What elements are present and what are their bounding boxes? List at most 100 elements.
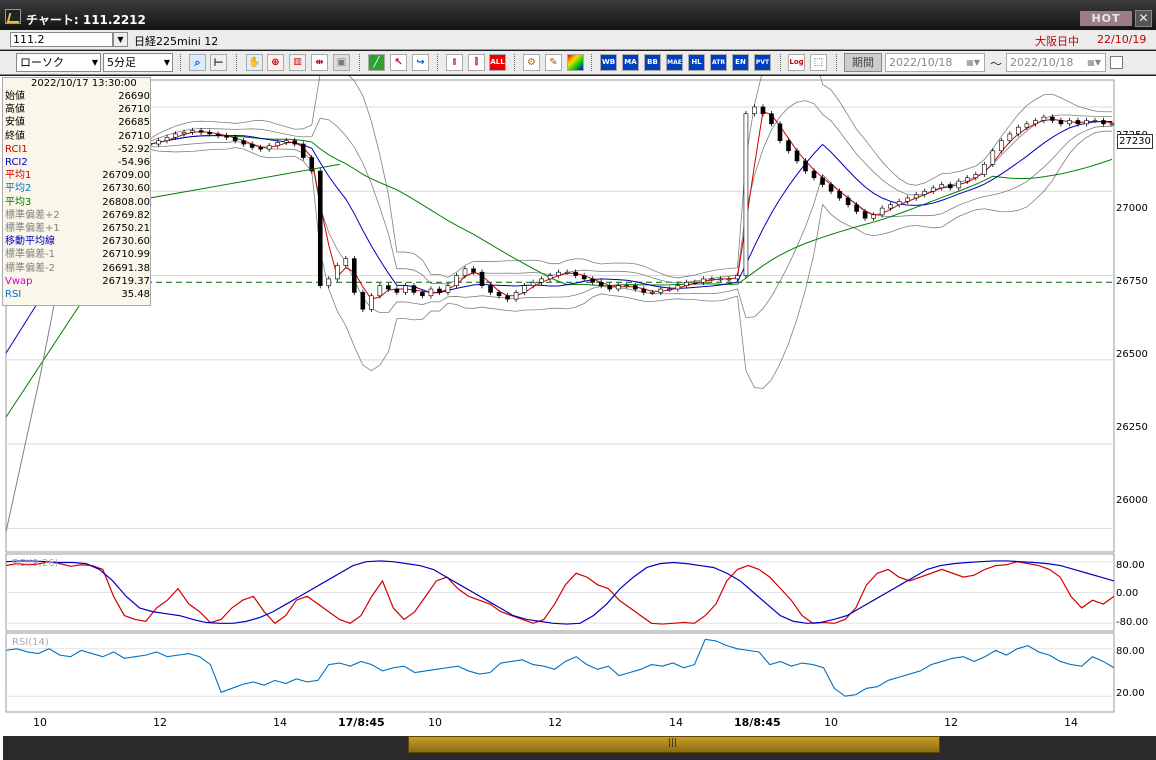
chart-type-select[interactable]: ローソク ▼ [16,53,101,72]
candle-body [675,285,681,290]
candle-body [1016,126,1021,135]
trendline-icon[interactable]: ╱ [368,54,385,71]
crosshair-icon[interactable]: ⊢ [210,54,227,71]
chart-canvas[interactable] [0,76,1156,760]
info-label: 標準偏差-1 [5,249,55,261]
candle-body [1109,123,1115,126]
candle-body [990,150,996,165]
toolbar-separator [780,54,782,71]
candle-body [684,281,689,286]
time-tick-label: 12 [153,716,167,729]
rsi-panel-title: RSI(14) [12,637,49,648]
info-row: 安値 26685 [5,116,150,129]
cursor-icon[interactable]: ↖ [390,54,407,71]
toolbar-separator [836,54,838,71]
candle-body [854,204,859,212]
lock-icon[interactable]: ▣ [333,54,350,71]
mae-button[interactable]: MAE [666,54,683,71]
drag-tool-icon[interactable]: ✋ [246,54,263,71]
candle-compare-icon[interactable]: ⫿ [468,54,485,71]
candle-body [190,130,195,133]
en-button[interactable]: EN [732,54,749,71]
start-date-value: 2022/10/18 [889,56,953,69]
info-label: 平均1 [5,170,32,182]
candle-body [334,265,340,280]
info-label: 標準偏差+2 [5,209,60,221]
candle-body [556,271,561,276]
redo-icon[interactable]: ↪ [412,54,429,71]
start-date-input[interactable]: 2022/10/18 ▦▼ [885,53,985,72]
all-button[interactable]: ALL [489,54,506,71]
info-row: RCI1 -52.92 [5,143,150,156]
atr-button[interactable]: ATR [710,54,727,71]
hl-button[interactable]: HL [688,54,705,71]
ma-button[interactable]: MA [622,54,639,71]
symbol-code-input[interactable]: 111.2 [10,32,113,47]
split-icon[interactable]: ⇹ [311,54,328,71]
rci-tick-label: 80.00 [1116,560,1145,571]
settings-gear-icon[interactable]: ⚙ [523,54,540,71]
time-tick-label: 10 [428,716,442,729]
candle-body [198,130,204,133]
interval-value: 5分足 [107,56,136,69]
candle-body [445,285,451,293]
candle-body [403,285,408,293]
candle-icon[interactable]: ⫾ [446,54,463,71]
date-range-checkbox[interactable] [1110,56,1123,69]
info-label: 平均3 [5,196,32,208]
candle-body [1067,120,1072,125]
candle-body [411,285,417,293]
candle-body [811,170,817,179]
close-button[interactable]: ✕ [1135,10,1152,27]
candle-body [973,174,979,179]
candle-body [386,285,391,290]
wrench-icon[interactable]: ✎ [545,54,562,71]
candle-body [539,278,544,283]
info-row: 標準偏差+2 26769.82 [5,209,150,222]
candle-body [343,258,349,266]
wb-button[interactable]: WB [600,54,617,71]
candle-body [607,285,613,290]
symbol-dropdown-button[interactable]: ▼ [113,32,128,47]
candle-body [615,285,621,290]
candle-body [947,184,953,189]
log-button[interactable]: Log [788,54,805,71]
candle-body [573,271,578,276]
info-row: 移動平均線 26730.60 [5,235,150,248]
bb-button[interactable]: BB [644,54,661,71]
period-button[interactable]: 期間 [844,53,882,72]
candle-body [1033,120,1038,125]
info-row: 平均1 26709.00 [5,169,150,182]
time-tick-label: 10 [33,716,47,729]
candle-body [377,285,383,297]
candle-body [632,285,638,290]
rsi-panel-frame [5,632,1115,713]
zoom-area-icon[interactable]: ⊕ [267,54,284,71]
info-label: Vwap [5,275,33,287]
export-icon[interactable]: ⬚ [810,54,827,71]
chevron-down-icon: ▼ [163,58,170,67]
info-row: 平均3 26808.00 [5,196,150,209]
candle-body [982,163,987,175]
info-row: 標準偏差-1 26710.99 [5,248,150,261]
candle-body [879,207,885,216]
hot-button[interactable]: HOT [1080,11,1132,26]
info-row: Vwap 26719.37 [5,275,150,288]
time-tick-label: 10 [824,716,838,729]
candle-body [471,268,476,273]
candle-body [667,288,672,291]
calendar-icon: ▦▼ [966,58,980,67]
price-tick-label: 26500 [1116,349,1148,360]
info-row: 標準偏差-2 26691.38 [5,262,150,275]
pvt-button[interactable]: PVT [754,54,771,71]
info-label: 終値 [5,130,25,142]
instrument-name: 日経225mini 12 [134,35,219,48]
color-palette-icon[interactable] [567,54,584,71]
end-date-input[interactable]: 2022/10/18 ▦▼ [1006,53,1106,72]
bar-chart-icon[interactable]: ▥ [289,54,306,71]
candle-body [590,278,595,283]
zoom-icon[interactable]: ⌕ [189,54,206,71]
candle-body [173,133,178,138]
session-tick-label: 18/8:45 [734,716,781,729]
interval-select[interactable]: 5分足 ▼ [103,53,173,72]
